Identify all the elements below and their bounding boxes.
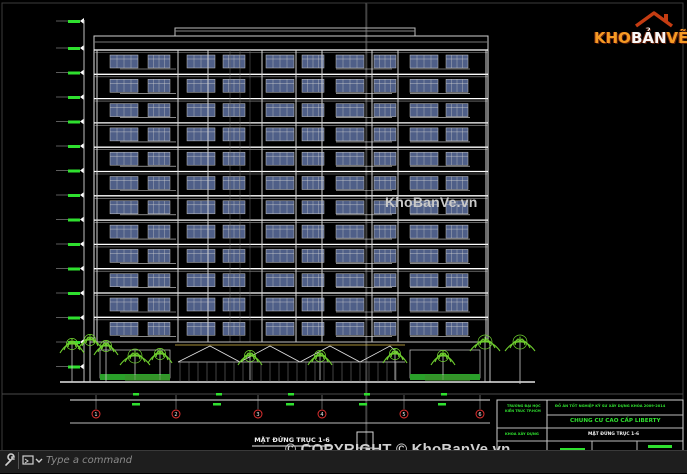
tb-school-sub: KIẾN TRÚC TP.HCM [505,409,541,413]
wrench-icon[interactable] [3,453,17,467]
grid-axis-label: 4 [320,412,323,418]
grid-axis-label: 2 [174,412,177,418]
watermark-center: KhoBanVe.vn [385,194,478,210]
command-input[interactable] [44,452,346,468]
logo-wordmark: KHOBẢNVẼ [594,29,687,47]
tb-school: TRƯỜNG ĐẠI HỌC [507,404,541,408]
tb-faculty: KHOA XÂY DỰNG [505,432,539,436]
grid-axis-label: 1 [94,412,97,418]
logo-part-ban: BẢN [630,29,667,47]
grid-axis-label: 6 [478,412,481,418]
cad-drawing-viewport[interactable]: 1 2 3 4 5 6 MẶT ĐỨNG TRỤC 1-6 [0,0,687,474]
logo-part-ve: VẼ [666,29,687,47]
command-divider [18,452,19,469]
level-markers [56,18,84,370]
grid-axis-label: 3 [256,412,259,418]
logo-part-kho: KHO [594,29,631,47]
command-history-icon[interactable] [22,454,44,466]
tb-thesis: ĐỒ ÁN TỐT NGHIỆP KỸ SƯ XÂY DỰNG KHÓA 200… [555,404,666,408]
tb-project: CHUNG CƯ CAO CẤP LIBERTY [570,418,661,424]
grid-axis-label: 5 [402,412,405,418]
grid-axis-bubbles: 1 2 3 4 5 6 [91,393,485,419]
tb-sheet-title: MẶT ĐỨNG TRỤC 1-6 [588,432,640,437]
